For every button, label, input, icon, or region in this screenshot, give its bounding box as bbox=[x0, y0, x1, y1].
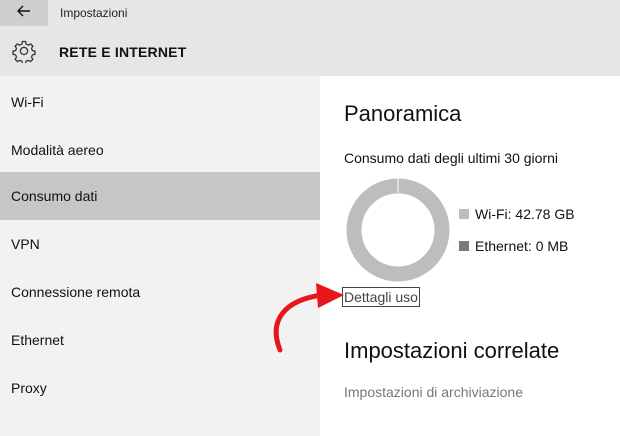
legend-wifi: Wi-Fi: 42.78 GB bbox=[459, 206, 575, 222]
legend-ethernet-label: Ethernet: 0 MB bbox=[475, 238, 569, 254]
window-title: Impostazioni bbox=[60, 6, 128, 20]
title-bar: Impostazioni bbox=[0, 0, 620, 26]
data-usage-donut-chart bbox=[346, 178, 450, 282]
sidebar-item-airplane-mode[interactable]: Modalità aereo bbox=[0, 126, 320, 174]
usage-details-link[interactable]: Dettagli uso bbox=[342, 287, 420, 307]
overview-heading: Panoramica bbox=[344, 101, 462, 126]
back-button[interactable] bbox=[0, 0, 48, 26]
sidebar-item-label: Ethernet bbox=[11, 332, 64, 348]
sidebar-item-label: Modalità aereo bbox=[11, 142, 104, 158]
wifi-swatch bbox=[459, 209, 469, 219]
sidebar-item-wifi[interactable]: Wi-Fi bbox=[0, 78, 320, 126]
sidebar-item-label: Wi-Fi bbox=[11, 94, 44, 110]
sidebar-item-data-usage[interactable]: Consumo dati bbox=[0, 172, 320, 220]
ethernet-swatch bbox=[459, 241, 469, 251]
back-arrow-icon bbox=[17, 4, 31, 22]
sidebar: Wi-Fi Modalità aereo Consumo dati VPN Co… bbox=[0, 76, 320, 436]
section-title: RETE E INTERNET bbox=[59, 44, 187, 60]
sidebar-item-proxy[interactable]: Proxy bbox=[0, 364, 320, 412]
sidebar-item-label: Consumo dati bbox=[11, 188, 98, 204]
sidebar-item-vpn[interactable]: VPN bbox=[0, 220, 320, 268]
related-settings-heading: Impostazioni correlate bbox=[344, 338, 560, 363]
legend-ethernet: Ethernet: 0 MB bbox=[459, 238, 568, 254]
storage-settings-link[interactable]: Impostazioni di archiviazione bbox=[344, 384, 523, 400]
gear-icon bbox=[12, 39, 36, 65]
annotation-arrow-icon bbox=[260, 275, 350, 355]
usage-subtitle: Consumo dati degli ultimi 30 giorni bbox=[344, 150, 558, 166]
sidebar-item-label: VPN bbox=[11, 236, 40, 252]
sidebar-item-label: Proxy bbox=[11, 380, 47, 396]
legend-wifi-label: Wi-Fi: 42.78 GB bbox=[475, 206, 575, 222]
sidebar-item-label: Connessione remota bbox=[11, 284, 141, 300]
